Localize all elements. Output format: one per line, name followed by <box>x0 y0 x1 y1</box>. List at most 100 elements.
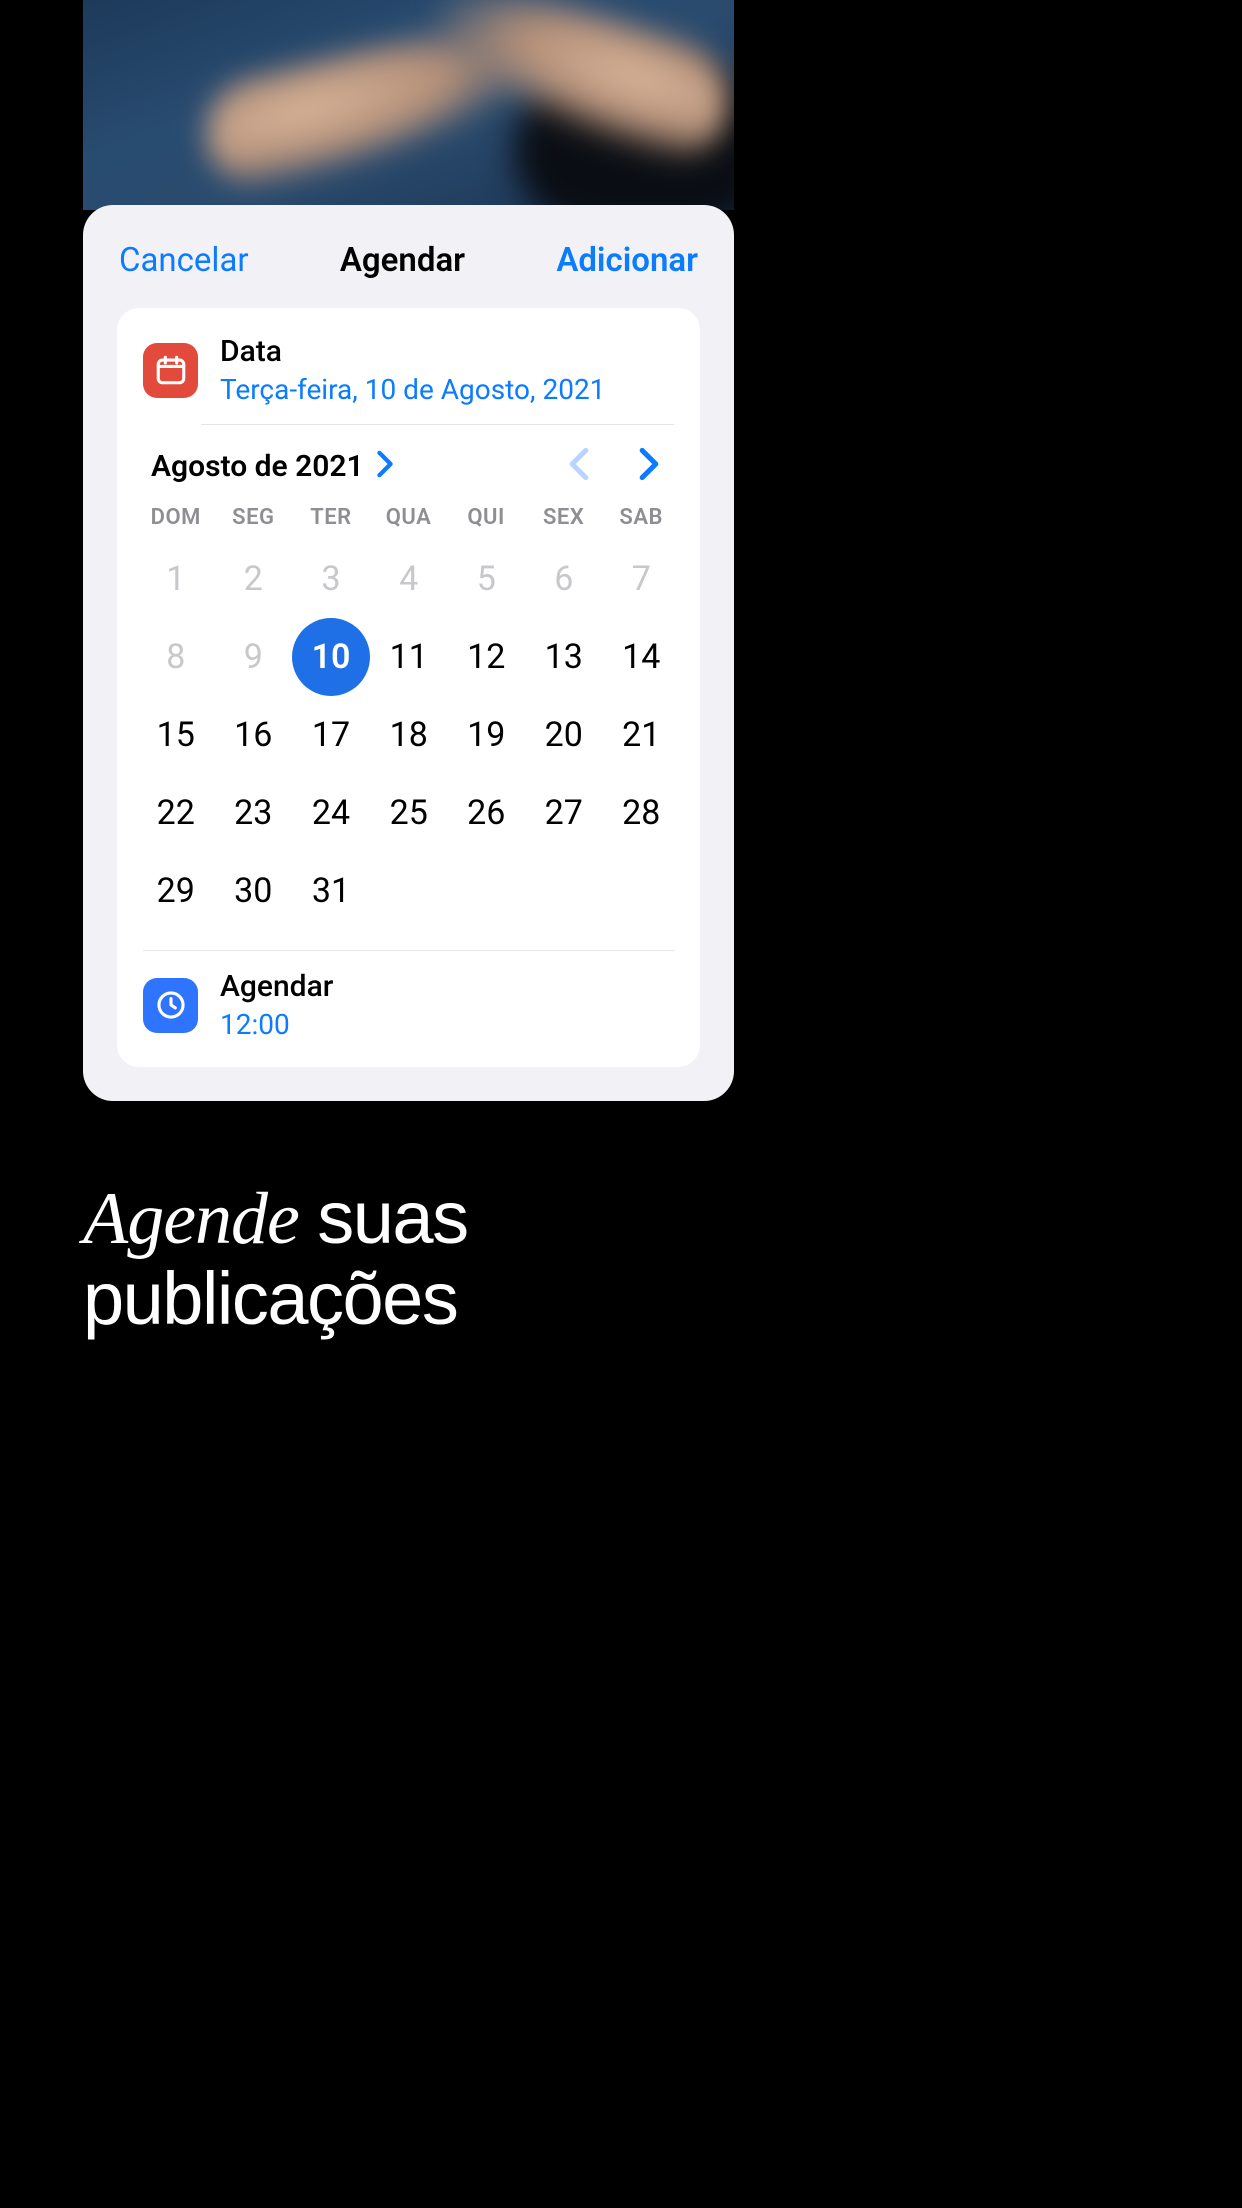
calendar-day-cell[interactable]: 30 <box>215 852 293 930</box>
slogan-word-1: Agende <box>83 1178 299 1260</box>
calendar-weekday-label: SAB <box>602 505 680 530</box>
calendar-day-cell[interactable]: 25 <box>370 774 448 852</box>
calendar-day-selected[interactable]: 10 <box>292 618 370 696</box>
calendar-day-cell[interactable]: 17 <box>292 696 370 774</box>
calendar-day-cell[interactable]: 29 <box>137 852 215 930</box>
background-photo-sleeve <box>514 70 734 210</box>
add-button[interactable]: Adicionar <box>556 241 698 280</box>
schedule-card: Data Terça-feira, 10 de Agosto, 2021 Ago… <box>117 308 700 1067</box>
calendar-day[interactable]: 24 <box>301 783 361 843</box>
calendar-day[interactable]: 2 <box>223 549 283 609</box>
calendar-day[interactable]: 29 <box>146 861 206 921</box>
calendar-day[interactable]: 21 <box>611 705 671 765</box>
calendar-day[interactable]: 17 <box>301 705 361 765</box>
calendar-day-cell[interactable]: 7 <box>603 540 681 618</box>
clock-icon <box>143 978 198 1033</box>
calendar-day-cell[interactable]: 14 <box>603 618 681 696</box>
time-row-title: Agendar <box>220 969 333 1004</box>
calendar-day[interactable]: 28 <box>611 783 671 843</box>
schedule-modal-sheet: Cancelar Agendar Adicionar Data Terça-fe… <box>83 205 734 1101</box>
calendar-day[interactable]: 5 <box>456 549 516 609</box>
calendar-prev-button[interactable] <box>566 447 592 485</box>
calendar-day-cell <box>370 852 448 930</box>
calendar-day[interactable]: 9 <box>223 627 283 687</box>
time-row[interactable]: Agendar 12:00 <box>117 951 700 1067</box>
calendar-day[interactable]: 15 <box>146 705 206 765</box>
calendar-day-cell[interactable]: 1 <box>137 540 215 618</box>
calendar-weekday-label: QUI <box>447 505 525 530</box>
calendar-day-cell[interactable]: 3 <box>292 540 370 618</box>
calendar-day[interactable]: 11 <box>379 627 439 687</box>
calendar-day-cell[interactable]: 31 <box>292 852 370 930</box>
calendar-day[interactable]: 4 <box>379 549 439 609</box>
date-row-value: Terça-feira, 10 de Agosto, 2021 <box>220 373 605 406</box>
calendar-day[interactable]: 27 <box>534 783 594 843</box>
calendar-day[interactable]: 23 <box>223 783 283 843</box>
cancel-button[interactable]: Cancelar <box>119 241 249 280</box>
calendar-day[interactable]: 18 <box>379 705 439 765</box>
slogan-word-3: publicações <box>83 1257 457 1340</box>
calendar-icon <box>143 343 198 398</box>
calendar-day-cell <box>525 852 603 930</box>
calendar-day-cell[interactable]: 6 <box>525 540 603 618</box>
background-photo <box>83 0 734 210</box>
calendar-day-cell[interactable]: 20 <box>525 696 603 774</box>
calendar-weekday-label: SEX <box>525 505 603 530</box>
calendar-day[interactable]: 20 <box>534 705 594 765</box>
calendar-day-cell[interactable]: 11 <box>370 618 448 696</box>
calendar-day-cell <box>448 852 526 930</box>
calendar-day-cell[interactable]: 27 <box>525 774 603 852</box>
calendar-day[interactable]: 1 <box>146 549 206 609</box>
calendar-month-label: Agosto de 2021 <box>151 449 364 484</box>
calendar-day[interactable]: 26 <box>456 783 516 843</box>
calendar-day[interactable]: 13 <box>534 627 594 687</box>
calendar-weekday-label: TER <box>292 505 370 530</box>
time-row-value: 12:00 <box>220 1008 333 1041</box>
calendar-weekday-label: DOM <box>137 505 215 530</box>
calendar-day[interactable]: 30 <box>223 861 283 921</box>
calendar-day[interactable]: 19 <box>456 705 516 765</box>
date-row-title: Data <box>220 334 605 369</box>
date-row[interactable]: Data Terça-feira, 10 de Agosto, 2021 <box>117 308 700 424</box>
chevron-right-icon <box>374 450 396 482</box>
calendar-day-cell[interactable]: 18 <box>370 696 448 774</box>
calendar-day-cell[interactable]: 19 <box>448 696 526 774</box>
calendar-day-cell[interactable]: 8 <box>137 618 215 696</box>
calendar-weekday-row: DOMSEGTERQUAQUISEXSAB <box>117 497 700 536</box>
calendar-day-cell[interactable]: 24 <box>292 774 370 852</box>
calendar-day[interactable]: 25 <box>379 783 439 843</box>
slogan-word-2: suas <box>317 1176 467 1259</box>
sheet-header: Cancelar Agendar Adicionar <box>83 205 734 308</box>
calendar-day-cell[interactable]: 15 <box>137 696 215 774</box>
calendar-grid: 1234567891011121314151617181920212223242… <box>117 536 700 950</box>
calendar-day-cell[interactable]: 13 <box>525 618 603 696</box>
calendar-day-cell[interactable]: 26 <box>448 774 526 852</box>
calendar-day[interactable]: 31 <box>301 861 361 921</box>
calendar-day[interactable]: 14 <box>611 627 671 687</box>
marketing-slogan: Agende suas publicações <box>83 1178 468 1339</box>
calendar-weekday-label: QUA <box>370 505 448 530</box>
calendar-day[interactable]: 7 <box>611 549 671 609</box>
calendar-day-cell[interactable]: 2 <box>215 540 293 618</box>
calendar-day-cell[interactable]: 21 <box>603 696 681 774</box>
calendar-weekday-label: SEG <box>215 505 293 530</box>
calendar-day[interactable]: 8 <box>146 627 206 687</box>
calendar-day-cell <box>603 852 681 930</box>
calendar-next-button[interactable] <box>636 447 662 485</box>
calendar-day-cell[interactable]: 23 <box>215 774 293 852</box>
calendar-day[interactable]: 6 <box>534 549 594 609</box>
calendar-day-cell[interactable]: 12 <box>448 618 526 696</box>
calendar-day-cell[interactable]: 9 <box>215 618 293 696</box>
calendar-day-cell[interactable]: 22 <box>137 774 215 852</box>
calendar-day[interactable]: 22 <box>146 783 206 843</box>
calendar-day[interactable]: 16 <box>223 705 283 765</box>
calendar-day[interactable]: 3 <box>301 549 361 609</box>
sheet-title: Agendar <box>340 241 465 280</box>
calendar-day-cell[interactable]: 5 <box>448 540 526 618</box>
calendar-month-button[interactable]: Agosto de 2021 <box>151 449 396 484</box>
calendar-day[interactable]: 12 <box>456 627 516 687</box>
calendar-day-cell[interactable]: 4 <box>370 540 448 618</box>
calendar-day-cell[interactable]: 10 <box>292 618 370 696</box>
calendar-day-cell[interactable]: 16 <box>215 696 293 774</box>
calendar-day-cell[interactable]: 28 <box>603 774 681 852</box>
